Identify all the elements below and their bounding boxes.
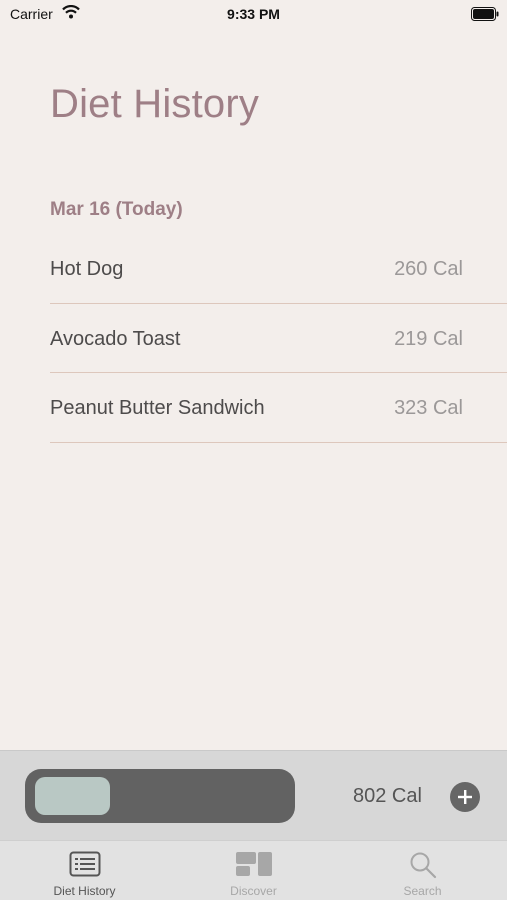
list-item[interactable]: Avocado Toast 219 Cal <box>50 304 507 373</box>
entry-calories: 260 Cal <box>394 258 463 280</box>
tab-label: Search <box>403 884 442 898</box>
status-time: 9:33 PM <box>227 6 280 22</box>
tab-search[interactable]: Search <box>338 841 507 900</box>
tab-discover[interactable]: Discover <box>169 841 338 900</box>
tab-bar: Diet History Discover Search <box>0 840 507 900</box>
section-date-header: Mar 16 (Today) <box>50 199 183 220</box>
search-icon <box>338 851 507 879</box>
calorie-summary-bar: 802 Cal <box>0 750 507 840</box>
list-item[interactable]: Hot Dog 260 Cal <box>50 234 507 304</box>
list-icon <box>0 851 169 877</box>
tab-label: Discover <box>230 884 277 898</box>
add-entry-button[interactable] <box>450 782 480 812</box>
entry-name: Peanut Butter Sandwich <box>50 397 265 419</box>
tab-diet-history[interactable]: Diet History <box>0 841 169 900</box>
battery-icon <box>471 7 499 26</box>
plus-icon <box>458 790 472 804</box>
entry-calories: 323 Cal <box>394 397 463 419</box>
page-title: Diet History <box>50 82 260 126</box>
entry-calories: 219 Cal <box>394 327 463 350</box>
tab-label: Diet History <box>53 884 116 898</box>
calorie-progress-bar <box>25 769 295 823</box>
dashboard-icon <box>169 851 338 877</box>
status-bar: Carrier 9:33 PM <box>0 0 507 30</box>
entry-name: Hot Dog <box>50 258 124 280</box>
list-item[interactable]: Peanut Butter Sandwich 323 Cal <box>50 373 507 443</box>
calorie-progress-fill <box>35 777 110 815</box>
entry-name: Avocado Toast <box>50 327 181 350</box>
total-calories: 802 Cal <box>353 785 422 807</box>
diet-entry-list: Hot Dog 260 Cal Avocado Toast 219 Cal Pe… <box>50 234 507 443</box>
